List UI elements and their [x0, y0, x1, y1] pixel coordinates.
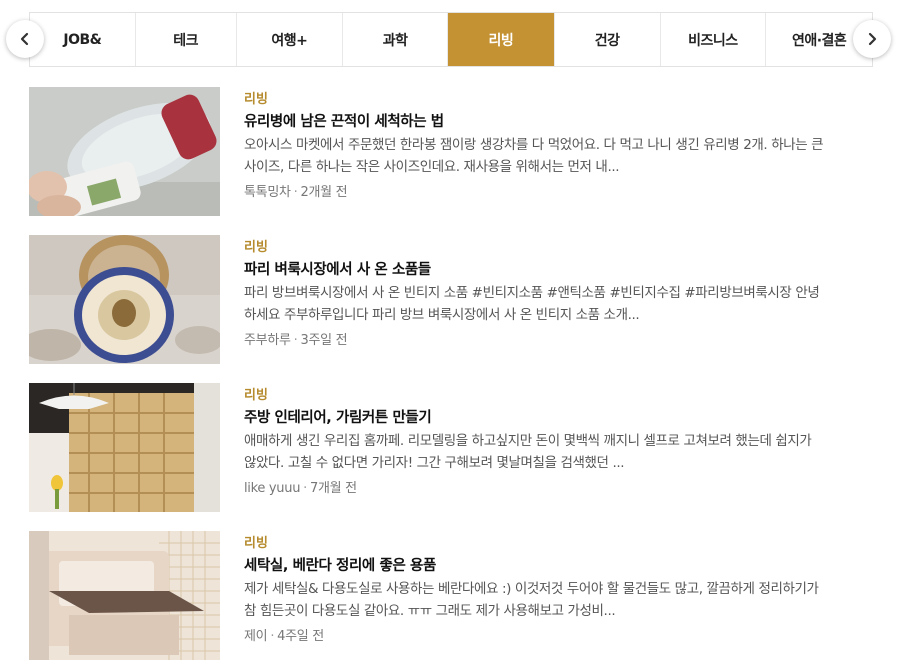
- article-item[interactable]: 리빙 세탁실, 베란다 정리에 좋은 용품 제가 세탁실& 다용도실로 사용하는…: [29, 531, 829, 672]
- article-meta: 톡톡밍차 · 2개월 전: [244, 183, 824, 203]
- tab-health[interactable]: 건강: [555, 13, 661, 66]
- category-tab-bar: JOB& 테크 여행+ 과학 리빙 건강 비즈니스 연애·결혼: [29, 12, 873, 67]
- article-title[interactable]: 세탁실, 베란다 정리에 좋은 용품: [244, 555, 824, 577]
- meta-separator: ·: [303, 481, 307, 496]
- tab-job[interactable]: JOB&: [30, 13, 136, 66]
- article-description: 오아시스 마켓에서 주문했던 한라봉 잼이랑 생강차를 다 먹었어요. 다 먹고…: [244, 137, 824, 175]
- tab-tech[interactable]: 테크: [136, 13, 237, 66]
- tab-next-button[interactable]: [853, 20, 891, 58]
- article-description: 제가 세탁실& 다용도실로 사용하는 베란다에요 :) 이것저것 두어야 할 물…: [244, 581, 819, 619]
- article-thumbnail[interactable]: [29, 531, 220, 660]
- article-list: 리빙 유리병에 남은 끈적이 세척하는 법 오아시스 마켓에서 주문했던 한라봉…: [29, 87, 829, 672]
- article-meta: like yuuu · 7개월 전: [244, 479, 824, 499]
- tab-prev-button[interactable]: [6, 20, 44, 58]
- article-title[interactable]: 주방 인테리어, 가림커튼 만들기: [244, 407, 824, 429]
- tab-travel[interactable]: 여행+: [237, 13, 344, 66]
- chevron-left-icon: [20, 32, 29, 46]
- article-author[interactable]: 톡톡밍차: [244, 185, 291, 200]
- meta-separator: ·: [270, 629, 275, 644]
- article-time: 3주일 전: [300, 333, 348, 348]
- meta-separator: ·: [293, 333, 298, 348]
- chevron-right-icon: [868, 32, 877, 46]
- tab-living[interactable]: 리빙: [448, 13, 555, 66]
- article-thumbnail[interactable]: [29, 235, 220, 364]
- article-category: 리빙: [244, 92, 268, 107]
- article-time: 2개월 전: [300, 185, 348, 200]
- article-item[interactable]: 리빙 유리병에 남은 끈적이 세척하는 법 오아시스 마켓에서 주문했던 한라봉…: [29, 87, 829, 235]
- article-item[interactable]: 리빙 파리 벼룩시장에서 사 온 소품들 파리 방브벼룩시장에서 사 온 빈티지…: [29, 235, 829, 383]
- article-thumbnail[interactable]: [29, 383, 220, 512]
- article-title[interactable]: 유리병에 남은 끈적이 세척하는 법: [244, 111, 824, 133]
- article-meta: 주부하루 · 3주일 전: [244, 331, 824, 351]
- article-author[interactable]: 주부하루: [244, 333, 291, 348]
- article-thumbnail[interactable]: [29, 87, 220, 216]
- article-time: 4주일 전: [277, 629, 324, 644]
- article-category: 리빙: [244, 240, 268, 255]
- article-description: 애매하게 생긴 우리집 홈까페. 리모델링을 하고싶지만 돈이 몇백씩 깨지니 …: [244, 433, 812, 471]
- article-title[interactable]: 파리 벼룩시장에서 사 온 소품들: [244, 259, 824, 281]
- article-time: 7개월 전: [309, 481, 357, 496]
- article-category: 리빙: [244, 388, 268, 403]
- meta-separator: ·: [293, 185, 298, 200]
- tab-business[interactable]: 비즈니스: [661, 13, 767, 66]
- article-author[interactable]: 제이: [244, 629, 268, 644]
- article-meta: 제이 · 4주일 전: [244, 627, 824, 647]
- article-category: 리빙: [244, 536, 268, 551]
- tab-science[interactable]: 과학: [343, 13, 449, 66]
- article-author[interactable]: like yuuu: [244, 481, 300, 496]
- article-item[interactable]: 리빙 주방 인테리어, 가림커튼 만들기 애매하게 생긴 우리집 홈까페. 리모…: [29, 383, 829, 531]
- article-description: 파리 방브벼룩시장에서 사 온 빈티지 소품 #빈티지소품 #앤틱소품 #빈티지…: [244, 285, 820, 323]
